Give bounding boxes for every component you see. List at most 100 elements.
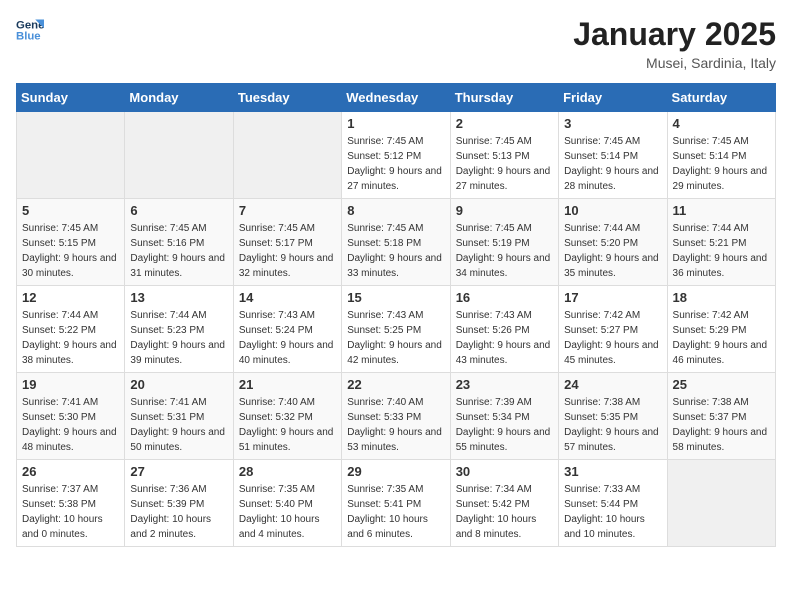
day-number: 1: [347, 116, 444, 131]
day-info: Sunrise: 7:44 AMSunset: 5:21 PMDaylight:…: [673, 221, 770, 281]
day-info: Sunrise: 7:41 AMSunset: 5:30 PMDaylight:…: [22, 395, 119, 455]
day-number: 11: [673, 203, 770, 218]
calendar-cell: 27 Sunrise: 7:36 AMSunset: 5:39 PMDayligh…: [125, 460, 233, 547]
calendar-cell: 24 Sunrise: 7:38 AMSunset: 5:35 PMDayligh…: [559, 373, 667, 460]
day-header-wednesday: Wednesday: [342, 84, 450, 112]
day-info: Sunrise: 7:41 AMSunset: 5:31 PMDaylight:…: [130, 395, 227, 455]
day-info: Sunrise: 7:45 AMSunset: 5:14 PMDaylight:…: [564, 134, 661, 194]
day-info: Sunrise: 7:45 AMSunset: 5:18 PMDaylight:…: [347, 221, 444, 281]
calendar-cell: 20 Sunrise: 7:41 AMSunset: 5:31 PMDayligh…: [125, 373, 233, 460]
day-info: Sunrise: 7:40 AMSunset: 5:33 PMDaylight:…: [347, 395, 444, 455]
day-number: 17: [564, 290, 661, 305]
calendar-cell: 11 Sunrise: 7:44 AMSunset: 5:21 PMDayligh…: [667, 199, 775, 286]
calendar-cell: 16 Sunrise: 7:43 AMSunset: 5:26 PMDayligh…: [450, 286, 558, 373]
calendar-cell: 6 Sunrise: 7:45 AMSunset: 5:16 PMDaylight…: [125, 199, 233, 286]
calendar-cell: 4 Sunrise: 7:45 AMSunset: 5:14 PMDaylight…: [667, 112, 775, 199]
month-title: January 2025: [573, 16, 776, 53]
location-subtitle: Musei, Sardinia, Italy: [573, 55, 776, 71]
day-info: Sunrise: 7:38 AMSunset: 5:35 PMDaylight:…: [564, 395, 661, 455]
day-header-friday: Friday: [559, 84, 667, 112]
day-info: Sunrise: 7:45 AMSunset: 5:15 PMDaylight:…: [22, 221, 119, 281]
day-number: 13: [130, 290, 227, 305]
day-info: Sunrise: 7:44 AMSunset: 5:20 PMDaylight:…: [564, 221, 661, 281]
day-info: Sunrise: 7:44 AMSunset: 5:22 PMDaylight:…: [22, 308, 119, 368]
calendar-cell: 29 Sunrise: 7:35 AMSunset: 5:41 PMDayligh…: [342, 460, 450, 547]
week-row-2: 5Sunrise: 7:45 AMSunset: 5:15 PMDaylight…: [17, 199, 776, 286]
day-number: 27: [130, 464, 227, 479]
calendar-cell: 17 Sunrise: 7:42 AMSunset: 5:27 PMDayligh…: [559, 286, 667, 373]
calendar-cell: [667, 460, 775, 547]
day-info: Sunrise: 7:33 AMSunset: 5:44 PMDaylight:…: [564, 482, 661, 542]
calendar-cell: 19 Sunrise: 7:41 AMSunset: 5:30 PMDayligh…: [17, 373, 125, 460]
calendar-cell: 2Sunrise: 7:45 AMSunset: 5:13 PMDaylight…: [450, 112, 558, 199]
day-info: Sunrise: 7:38 AMSunset: 5:37 PMDaylight:…: [673, 395, 770, 455]
day-number: 19: [22, 377, 119, 392]
calendar-cell: 12Sunrise: 7:44 AMSunset: 5:22 PMDayligh…: [17, 286, 125, 373]
calendar-cell: [17, 112, 125, 199]
calendar-cell: 26 Sunrise: 7:37 AMSunset: 5:38 PMDayligh…: [17, 460, 125, 547]
day-number: 14: [239, 290, 336, 305]
day-info: Sunrise: 7:37 AMSunset: 5:38 PMDaylight:…: [22, 482, 119, 542]
calendar-cell: 30 Sunrise: 7:34 AMSunset: 5:42 PMDayligh…: [450, 460, 558, 547]
day-info: Sunrise: 7:45 AMSunset: 5:12 PMDaylight:…: [347, 134, 444, 194]
day-number: 4: [673, 116, 770, 131]
day-number: 15: [347, 290, 444, 305]
day-number: 24: [564, 377, 661, 392]
week-row-3: 12Sunrise: 7:44 AMSunset: 5:22 PMDayligh…: [17, 286, 776, 373]
day-info: Sunrise: 7:40 AMSunset: 5:32 PMDaylight:…: [239, 395, 336, 455]
day-number: 26: [22, 464, 119, 479]
calendar-cell: 7 Sunrise: 7:45 AMSunset: 5:17 PMDaylight…: [233, 199, 341, 286]
day-number: 23: [456, 377, 553, 392]
day-info: Sunrise: 7:43 AMSunset: 5:24 PMDaylight:…: [239, 308, 336, 368]
day-number: 7: [239, 203, 336, 218]
day-info: Sunrise: 7:36 AMSunset: 5:39 PMDaylight:…: [130, 482, 227, 542]
days-header-row: SundayMondayTuesdayWednesdayThursdayFrid…: [17, 84, 776, 112]
day-number: 25: [673, 377, 770, 392]
day-info: Sunrise: 7:42 AMSunset: 5:27 PMDaylight:…: [564, 308, 661, 368]
calendar-cell: 21Sunrise: 7:40 AMSunset: 5:32 PMDayligh…: [233, 373, 341, 460]
day-header-thursday: Thursday: [450, 84, 558, 112]
day-number: 18: [673, 290, 770, 305]
calendar-cell: 13Sunrise: 7:44 AMSunset: 5:23 PMDayligh…: [125, 286, 233, 373]
week-row-1: 1 Sunrise: 7:45 AMSunset: 5:12 PMDaylight…: [17, 112, 776, 199]
day-info: Sunrise: 7:45 AMSunset: 5:14 PMDaylight:…: [673, 134, 770, 194]
calendar-cell: 22 Sunrise: 7:40 AMSunset: 5:33 PMDayligh…: [342, 373, 450, 460]
calendar-cell: 31 Sunrise: 7:33 AMSunset: 5:44 PMDayligh…: [559, 460, 667, 547]
day-number: 3: [564, 116, 661, 131]
calendar-cell: 28 Sunrise: 7:35 AMSunset: 5:40 PMDayligh…: [233, 460, 341, 547]
page-header: General Blue January 2025 Musei, Sardini…: [16, 16, 776, 71]
day-number: 22: [347, 377, 444, 392]
calendar-cell: [233, 112, 341, 199]
day-number: 10: [564, 203, 661, 218]
calendar-cell: 18 Sunrise: 7:42 AMSunset: 5:29 PMDayligh…: [667, 286, 775, 373]
day-info: Sunrise: 7:45 AMSunset: 5:13 PMDaylight:…: [456, 134, 553, 194]
day-number: 28: [239, 464, 336, 479]
calendar-cell: 5Sunrise: 7:45 AMSunset: 5:15 PMDaylight…: [17, 199, 125, 286]
day-number: 31: [564, 464, 661, 479]
day-info: Sunrise: 7:45 AMSunset: 5:16 PMDaylight:…: [130, 221, 227, 281]
calendar-cell: 3 Sunrise: 7:45 AMSunset: 5:14 PMDaylight…: [559, 112, 667, 199]
day-number: 30: [456, 464, 553, 479]
calendar-cell: 9Sunrise: 7:45 AMSunset: 5:19 PMDaylight…: [450, 199, 558, 286]
calendar-cell: 23Sunrise: 7:39 AMSunset: 5:34 PMDayligh…: [450, 373, 558, 460]
day-number: 6: [130, 203, 227, 218]
calendar-cell: 10 Sunrise: 7:44 AMSunset: 5:20 PMDayligh…: [559, 199, 667, 286]
calendar-cell: 14 Sunrise: 7:43 AMSunset: 5:24 PMDayligh…: [233, 286, 341, 373]
calendar-cell: 8Sunrise: 7:45 AMSunset: 5:18 PMDaylight…: [342, 199, 450, 286]
day-number: 20: [130, 377, 227, 392]
day-header-monday: Monday: [125, 84, 233, 112]
day-info: Sunrise: 7:35 AMSunset: 5:41 PMDaylight:…: [347, 482, 444, 542]
calendar-table: SundayMondayTuesdayWednesdayThursdayFrid…: [16, 83, 776, 547]
logo-icon: General Blue: [16, 16, 44, 44]
day-number: 16: [456, 290, 553, 305]
day-header-tuesday: Tuesday: [233, 84, 341, 112]
logo: General Blue: [16, 16, 44, 44]
calendar-cell: [125, 112, 233, 199]
day-info: Sunrise: 7:45 AMSunset: 5:17 PMDaylight:…: [239, 221, 336, 281]
day-number: 29: [347, 464, 444, 479]
week-row-5: 26 Sunrise: 7:37 AMSunset: 5:38 PMDayligh…: [17, 460, 776, 547]
day-info: Sunrise: 7:34 AMSunset: 5:42 PMDaylight:…: [456, 482, 553, 542]
day-info: Sunrise: 7:35 AMSunset: 5:40 PMDaylight:…: [239, 482, 336, 542]
day-info: Sunrise: 7:42 AMSunset: 5:29 PMDaylight:…: [673, 308, 770, 368]
day-info: Sunrise: 7:43 AMSunset: 5:26 PMDaylight:…: [456, 308, 553, 368]
